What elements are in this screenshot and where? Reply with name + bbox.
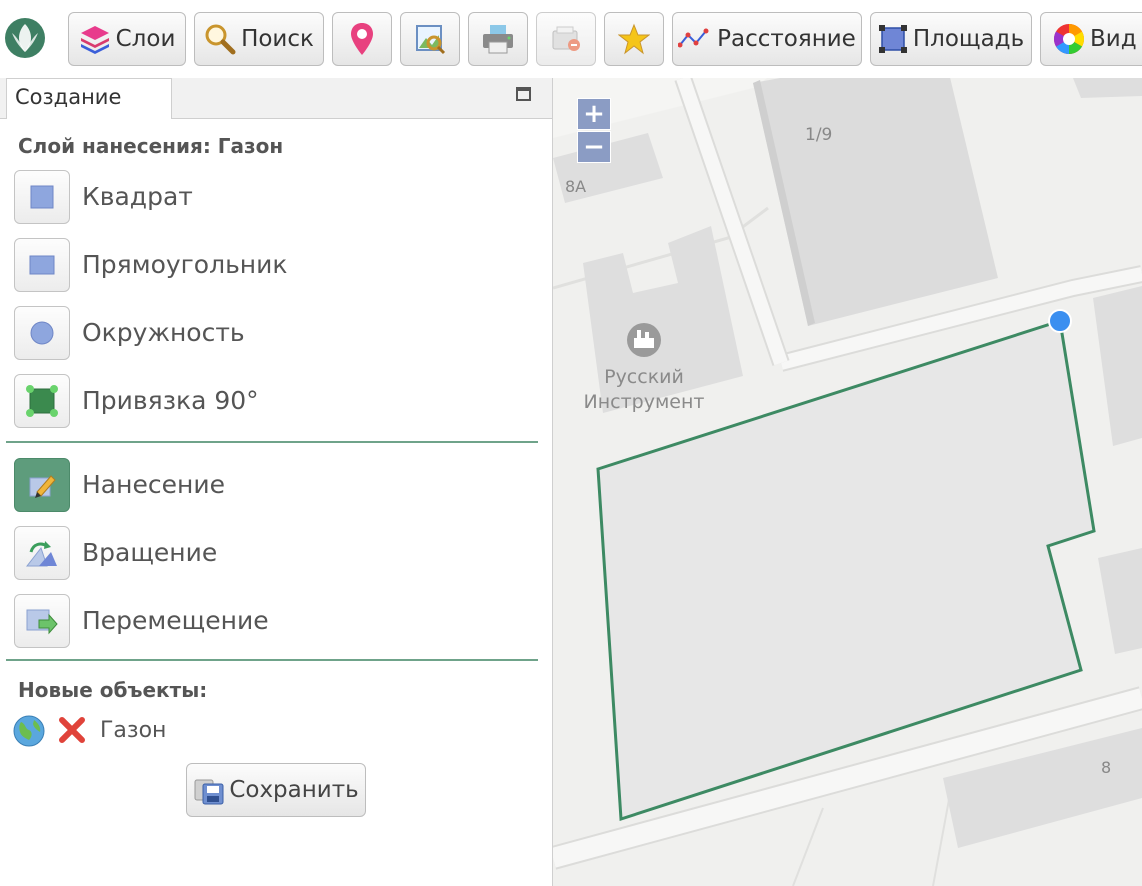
map-view[interactable]: 1/9 8А 8 Русский Инструмент + − (553, 78, 1142, 886)
distance-button[interactable]: Расстояние (672, 12, 862, 66)
circle-icon (30, 321, 54, 345)
favorites-button[interactable] (604, 12, 664, 66)
toolbar: Слои Поиск Расстояние Площадь Вид (0, 0, 1142, 79)
area-label: Площадь (912, 26, 1025, 52)
action-rotate[interactable]: Вращение (14, 526, 534, 582)
tool-label: Привязка 90° (82, 386, 259, 415)
polygon-vertex-handle[interactable] (1048, 309, 1072, 333)
action-label: Вращение (82, 538, 218, 567)
tool-square[interactable]: Квадрат (14, 170, 534, 226)
pencil-icon (29, 475, 56, 498)
rotate-icon (25, 541, 57, 567)
search-icon (205, 24, 236, 55)
map-pin-icon (351, 23, 373, 55)
image-search-button[interactable] (400, 12, 460, 66)
delete-icon[interactable] (58, 716, 86, 744)
tool-label: Прямоугольник (82, 250, 288, 279)
tab-creation[interactable]: Создание (6, 78, 172, 119)
divider (6, 441, 538, 443)
save-icon (194, 779, 224, 805)
panel-tab-bar: Создание (0, 78, 552, 119)
tool-label: Окружность (82, 318, 245, 347)
square-tool-button[interactable] (14, 170, 70, 224)
divider (6, 659, 538, 661)
app-logo-icon[interactable] (4, 17, 46, 59)
action-draw[interactable]: Нанесение (14, 458, 534, 514)
map-canvas[interactable]: 1/9 8А 8 Русский Инструмент (553, 78, 1142, 886)
building-number: 8 (1101, 758, 1111, 777)
tool-circle[interactable]: Окружность (14, 306, 534, 362)
building-number: 1/9 (805, 125, 832, 145)
action-label: Перемещение (82, 606, 269, 635)
layer-heading: Слой нанесения: Газон (18, 134, 284, 158)
color-wheel-icon (1053, 23, 1085, 55)
creation-panel: Создание Слой нанесения: Газон Квадрат П… (0, 78, 553, 886)
export-icon (552, 26, 580, 51)
tool-rectangle[interactable]: Прямоугольник (14, 238, 534, 294)
square-icon (30, 185, 54, 209)
printer-icon (483, 25, 513, 54)
maximize-icon[interactable] (516, 87, 531, 101)
distance-icon (678, 28, 709, 48)
view-label: Вид к (1090, 26, 1142, 52)
zoom-in-button[interactable]: + (577, 98, 611, 130)
poi-label: Русский (604, 366, 684, 388)
snap-90-tool-button[interactable] (14, 374, 70, 428)
globe-icon[interactable] (12, 714, 46, 748)
save-button[interactable]: Сохранить (186, 763, 366, 817)
rectangle-tool-button[interactable] (14, 238, 70, 292)
marker-button[interactable] (332, 12, 392, 66)
building (1073, 78, 1142, 98)
layers-button[interactable]: Слои (68, 12, 186, 66)
new-object-name: Газон (100, 718, 167, 743)
list-item: Газон (12, 714, 312, 748)
draw-action-button[interactable] (14, 458, 70, 512)
tool-label: Квадрат (82, 182, 193, 211)
layers-icon (80, 26, 109, 54)
action-move[interactable]: Перемещение (14, 594, 534, 650)
snap-90-icon (26, 385, 58, 417)
building-number: 8А (565, 177, 586, 196)
view-button[interactable]: Вид к (1040, 12, 1142, 66)
new-objects-heading: Новые объекты: (18, 678, 208, 702)
star-icon (618, 23, 650, 55)
layers-label: Слои (115, 26, 176, 52)
export-button[interactable] (536, 12, 596, 66)
action-label: Нанесение (82, 470, 225, 499)
poi-label: Инструмент (584, 391, 705, 413)
tool-snap-90[interactable]: Привязка 90° (14, 374, 534, 430)
area-icon (878, 25, 907, 53)
factory-icon[interactable] (627, 323, 661, 357)
distance-label: Расстояние (717, 26, 856, 52)
area-button[interactable]: Площадь (870, 12, 1032, 66)
rectangle-icon (29, 255, 55, 275)
search-label: Поиск (241, 26, 314, 52)
move-icon (26, 609, 58, 635)
save-label: Сохранить (229, 777, 359, 803)
print-button[interactable] (468, 12, 528, 66)
search-button[interactable]: Поиск (194, 12, 324, 66)
zoom-out-button[interactable]: − (577, 131, 611, 163)
image-search-icon (416, 25, 446, 55)
rotate-action-button[interactable] (14, 526, 70, 580)
circle-tool-button[interactable] (14, 306, 70, 360)
move-action-button[interactable] (14, 594, 70, 648)
